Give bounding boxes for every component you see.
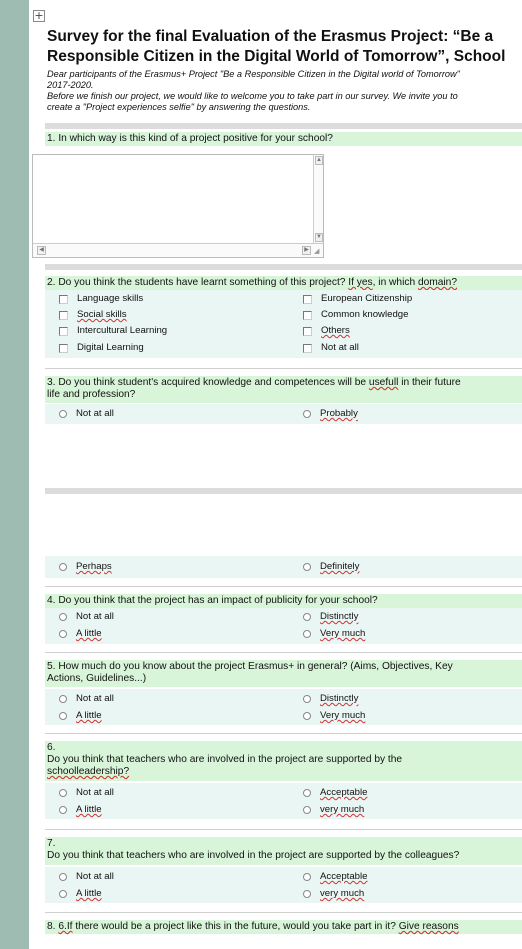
resize-grip-icon[interactable]: ◢: [314, 248, 322, 256]
radio[interactable]: [303, 789, 311, 797]
q7-option-not-at-all[interactable]: Not at all: [59, 871, 114, 883]
radio[interactable]: [303, 806, 311, 814]
q7-option-a-little[interactable]: A little: [59, 888, 102, 900]
question-4-heading: 4. Do you think that the project has an …: [45, 594, 522, 608]
checkbox[interactable]: [303, 310, 312, 320]
question-7-heading: 7. Do you think that teachers who are in…: [45, 837, 522, 865]
question-1-answer-textarea[interactable]: ▲ ▼ ◀ ▶ ◢: [32, 154, 324, 258]
intro-text: Dear participants of the Erasmus+ Projec…: [47, 69, 522, 113]
section-divider: [45, 586, 522, 587]
section-divider: [45, 912, 522, 913]
radio[interactable]: [303, 712, 311, 720]
q4-option-not-at-all[interactable]: Not at all: [59, 611, 114, 623]
radio[interactable]: [303, 410, 311, 418]
q7-option-acceptable[interactable]: Acceptable: [303, 871, 367, 883]
section-divider: [45, 368, 522, 369]
radio[interactable]: [303, 613, 311, 621]
radio[interactable]: [59, 890, 67, 898]
scroll-left-icon[interactable]: ◀: [37, 246, 46, 255]
question-7-options: Not at all Acceptable A little very much: [45, 867, 522, 903]
title-line-2: Responsible Citizen in the Digital World…: [47, 48, 506, 65]
question-8-heading: 8. 6.If there would be a project like th…: [45, 920, 522, 934]
q3-option-definitely[interactable]: Definitely: [303, 561, 359, 573]
checkbox[interactable]: [59, 343, 68, 353]
radio[interactable]: [59, 789, 67, 797]
q3-option-probably[interactable]: Probably: [303, 408, 358, 420]
q6-option-not-at-all[interactable]: Not at all: [59, 787, 114, 799]
checkbox[interactable]: [303, 326, 312, 336]
question-1-heading: 1. In which way is this kind of a projec…: [45, 132, 522, 146]
intro-line-4: create a "Project experiences selfie" by…: [47, 102, 311, 112]
question-4-options: Not at all Distinctly A little Very much: [45, 608, 522, 644]
scroll-up-icon[interactable]: ▲: [315, 156, 323, 165]
q2-option-digital-learning[interactable]: Digital Learning: [59, 342, 144, 354]
radio[interactable]: [59, 806, 67, 814]
radio[interactable]: [59, 873, 67, 881]
q5-option-very-much[interactable]: Very much: [303, 710, 365, 722]
radio[interactable]: [303, 873, 311, 881]
radio[interactable]: [59, 630, 67, 638]
intro-line-1: Dear participants of the Erasmus+ Projec…: [47, 69, 460, 79]
section-divider: [45, 652, 522, 653]
q7-option-very-much[interactable]: very much: [303, 888, 364, 900]
q4-option-very-much[interactable]: Very much: [303, 628, 365, 640]
radio[interactable]: [303, 890, 311, 898]
question-3-options-bottom: Perhaps Definitely: [45, 556, 522, 578]
radio[interactable]: [59, 613, 67, 621]
radio[interactable]: [303, 695, 311, 703]
intro-line-3: Before we finish our project, we would l…: [47, 91, 458, 101]
question-5-heading: 5. How much do you know about the projec…: [45, 660, 522, 687]
vertical-scrollbar[interactable]: ▲ ▼: [313, 155, 323, 243]
q2-option-social-skills[interactable]: Social skills: [59, 309, 127, 321]
checkbox[interactable]: [303, 343, 312, 353]
checkbox[interactable]: [59, 310, 68, 320]
radio[interactable]: [59, 695, 67, 703]
radio[interactable]: [59, 410, 67, 418]
expand-icon[interactable]: +: [33, 10, 45, 22]
q5-option-a-little[interactable]: A little: [59, 710, 102, 722]
question-2-options: Language skills European Citizenship Soc…: [45, 290, 522, 358]
q2-option-others[interactable]: Others: [303, 325, 350, 337]
section-divider: [45, 123, 522, 129]
q6-option-a-little[interactable]: A little: [59, 804, 102, 816]
q4-option-distinctly[interactable]: Distinctly: [303, 611, 358, 623]
q5-option-not-at-all[interactable]: Not at all: [59, 693, 114, 705]
page-break-divider: [45, 488, 522, 494]
checkbox[interactable]: [303, 294, 312, 304]
radio[interactable]: [303, 630, 311, 638]
page-title: Survey for the final Evaluation of the E…: [47, 27, 522, 67]
question-3-options-top: Not at all Probably: [45, 404, 522, 424]
q6-option-acceptable[interactable]: Acceptable: [303, 787, 367, 799]
intro-line-2: 2017-2020.: [47, 80, 94, 90]
q2-option-common-knowledge[interactable]: Common knowledge: [303, 309, 408, 321]
survey-page: + Survey for the final Evaluation of the…: [29, 0, 522, 949]
q4-option-a-little[interactable]: A little: [59, 628, 102, 640]
q2-option-language-skills[interactable]: Language skills: [59, 293, 143, 305]
section-divider: [45, 264, 522, 270]
question-6-heading: 6. Do you think that teachers who are in…: [45, 741, 522, 781]
radio[interactable]: [59, 563, 67, 571]
checkbox[interactable]: [59, 294, 68, 304]
q6-option-very-much[interactable]: very much: [303, 804, 364, 816]
horizontal-scrollbar[interactable]: ◀ ▶: [33, 243, 323, 257]
question-5-options: Not at all Distinctly A little Very much: [45, 689, 522, 725]
radio[interactable]: [59, 712, 67, 720]
checkbox[interactable]: [59, 326, 68, 336]
q2-option-european-citizenship[interactable]: European Citizenship: [303, 293, 412, 305]
question-2-heading: 2. Do you think the students have learnt…: [45, 276, 522, 290]
section-divider: [45, 733, 522, 734]
q2-option-intercultural-learning[interactable]: Intercultural Learning: [59, 325, 167, 337]
q5-option-distinctly[interactable]: Distinctly: [303, 693, 358, 705]
title-line-1: Survey for the final Evaluation of the E…: [47, 28, 494, 45]
question-3-heading: 3. Do you think student's acquired knowl…: [45, 376, 522, 403]
scroll-right-icon[interactable]: ▶: [302, 246, 311, 255]
scroll-down-icon[interactable]: ▼: [315, 233, 323, 242]
q3-option-perhaps[interactable]: Perhaps: [59, 561, 112, 573]
question-6-options: Not at all Acceptable A little very much: [45, 783, 522, 819]
q2-option-not-at-all[interactable]: Not at all: [303, 342, 359, 354]
q3-option-not-at-all[interactable]: Not at all: [59, 408, 114, 420]
section-divider: [45, 829, 522, 830]
radio[interactable]: [303, 563, 311, 571]
